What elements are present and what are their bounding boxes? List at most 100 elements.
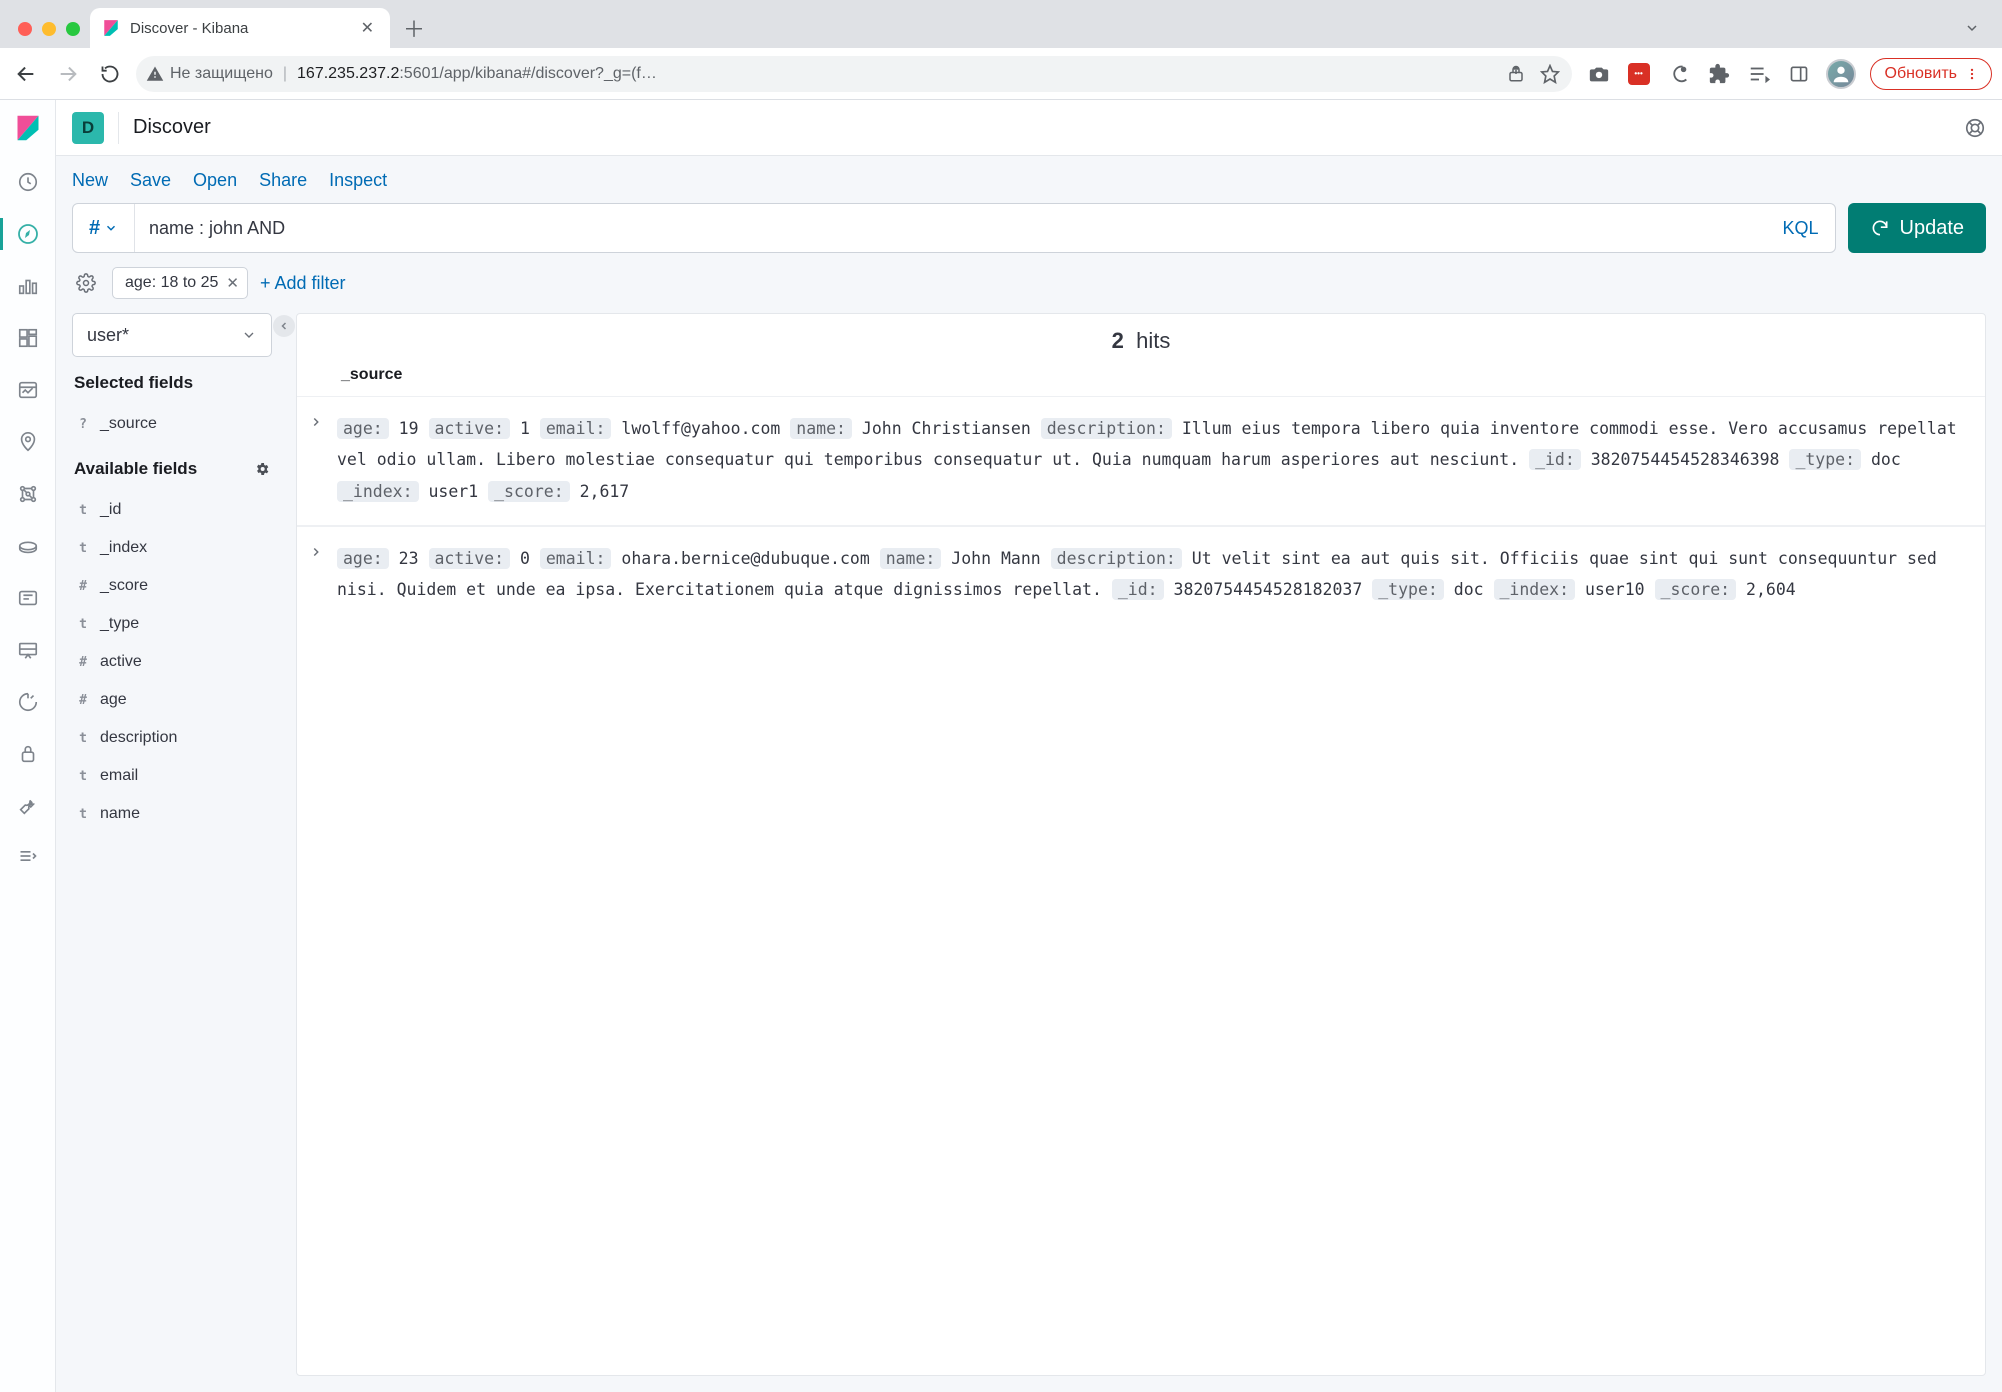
menu-inspect[interactable]: Inspect [329, 170, 387, 191]
doc-body: age: 19 active: 1 email: lwolff@yahoo.co… [337, 413, 1969, 507]
field-key: _id: [1112, 579, 1164, 600]
sidebar-collapse-handle[interactable] [272, 313, 296, 1376]
field-value: doc [1444, 580, 1494, 599]
field-value: 2,604 [1736, 580, 1796, 599]
field-value: John Christiansen [852, 419, 1041, 438]
field-item[interactable]: t_id [72, 491, 272, 529]
field-item[interactable]: t _index [72, 529, 272, 567]
nav-canvas-icon[interactable] [0, 624, 56, 676]
kibana-header: D Discover [56, 100, 2002, 156]
nav-siem-icon[interactable] [0, 728, 56, 780]
menu-open[interactable]: Open [193, 170, 237, 191]
index-pattern-select[interactable]: user* [72, 313, 272, 357]
nav-visualize-icon[interactable] [0, 260, 56, 312]
field-value: lwolff@yahoo.com [611, 419, 790, 438]
kibana-logo[interactable] [0, 100, 56, 156]
nav-dashboard-icon[interactable] [0, 312, 56, 364]
nav-devtools-icon[interactable] [0, 780, 56, 832]
hit-label: hits [1136, 328, 1170, 353]
query-language-toggle[interactable]: KQL [1766, 218, 1834, 239]
nav-recent-icon[interactable] [0, 156, 56, 208]
expand-doc-button[interactable] [309, 413, 329, 507]
nav-discover-icon[interactable] [0, 208, 56, 260]
field-item[interactable]: tname [72, 795, 272, 833]
field-name: description [100, 729, 177, 747]
filter-row: age: 18 to 25 ✕ + Add filter [56, 267, 2002, 313]
window-close-button[interactable] [18, 22, 32, 36]
field-settings-button[interactable] [254, 461, 270, 477]
kibana-nav [0, 100, 56, 1392]
browser-tab[interactable]: Discover - Kibana ✕ [90, 8, 390, 48]
nav-forward-button[interactable] [52, 58, 84, 90]
field-item[interactable]: ?_source [72, 405, 272, 443]
nav-reload-button[interactable] [94, 58, 126, 90]
field-key: _type: [1789, 449, 1861, 470]
menu-share[interactable]: Share [259, 170, 307, 191]
field-name: name [100, 805, 140, 823]
nav-graph-icon[interactable] [0, 468, 56, 520]
nav-apm-icon[interactable] [0, 572, 56, 624]
field-value: 2,617 [570, 482, 630, 501]
security-indicator[interactable]: Не защищено [146, 65, 273, 83]
nav-ml-icon[interactable] [0, 520, 56, 572]
kebab-icon [1965, 67, 1979, 81]
nav-maps-icon[interactable] [0, 416, 56, 468]
nav-uptime-icon[interactable] [0, 676, 56, 728]
url-text: 167.235.237.2:5601/app/kibana#/discover?… [297, 65, 1494, 83]
field-name: _index [100, 539, 147, 557]
extension-red-icon[interactable]: ••• [1626, 61, 1652, 87]
update-chip-label: Обновить [1885, 65, 1957, 83]
nav-collapse-button[interactable] [0, 832, 56, 880]
table-header-source[interactable]: _source [297, 360, 1985, 397]
expand-doc-button[interactable] [309, 543, 329, 606]
field-key: age: [337, 548, 389, 569]
chevron-left-icon [278, 320, 290, 332]
field-item[interactable]: temail [72, 757, 272, 795]
field-key: name: [880, 548, 942, 569]
header-help-icon[interactable] [1964, 117, 1986, 139]
camera-icon[interactable] [1586, 61, 1612, 87]
extensions-puzzle-icon[interactable] [1706, 61, 1732, 87]
chevron-down-icon [104, 221, 118, 235]
field-value: doc [1861, 450, 1901, 469]
filter-pill-label: age: 18 to 25 [125, 274, 218, 292]
share-icon[interactable] [1504, 65, 1528, 83]
filter-settings-button[interactable] [72, 273, 100, 293]
address-bar[interactable]: Не защищено | 167.235.237.2:5601/app/kib… [136, 56, 1572, 92]
field-value: 23 [389, 549, 429, 568]
profile-avatar[interactable] [1826, 59, 1856, 89]
field-type-icon: t [76, 541, 90, 556]
field-key: _index: [337, 481, 419, 502]
field-key: active: [429, 418, 511, 439]
query-input[interactable] [135, 204, 1766, 252]
field-item[interactable]: #_score [72, 567, 272, 605]
field-item[interactable]: t_type [72, 605, 272, 643]
add-filter-button[interactable]: + Add filter [260, 273, 346, 294]
field-type-icon: t [76, 731, 90, 746]
tab-close-button[interactable]: ✕ [357, 16, 378, 40]
window-zoom-button[interactable] [66, 22, 80, 36]
nav-back-button[interactable] [10, 58, 42, 90]
update-button-label: Update [1900, 217, 1965, 240]
query-update-button[interactable]: Update [1848, 203, 1987, 253]
field-item[interactable]: #active [72, 643, 272, 681]
filter-pill[interactable]: age: 18 to 25 ✕ [112, 267, 248, 299]
new-tab-button[interactable]: ＋ [396, 10, 432, 46]
field-key: description: [1051, 548, 1182, 569]
playlist-icon[interactable] [1746, 61, 1772, 87]
field-item[interactable]: t description [72, 719, 272, 757]
browser-update-button[interactable]: Обновить [1870, 58, 1992, 90]
tab-overflow-button[interactable] [1954, 12, 1990, 48]
panel-icon[interactable] [1786, 61, 1812, 87]
menu-save[interactable]: Save [130, 170, 171, 191]
query-filter-toggle[interactable]: # [73, 204, 135, 252]
extension-crescent-icon[interactable] [1666, 61, 1692, 87]
bookmark-star-icon[interactable] [1538, 64, 1562, 84]
menu-new[interactable]: New [72, 170, 108, 191]
filter-pill-remove[interactable]: ✕ [226, 274, 239, 292]
field-type-icon: # [76, 693, 90, 708]
nav-timelion-icon[interactable] [0, 364, 56, 416]
field-item[interactable]: #age [72, 681, 272, 719]
field-name: email [100, 767, 138, 785]
window-minimize-button[interactable] [42, 22, 56, 36]
